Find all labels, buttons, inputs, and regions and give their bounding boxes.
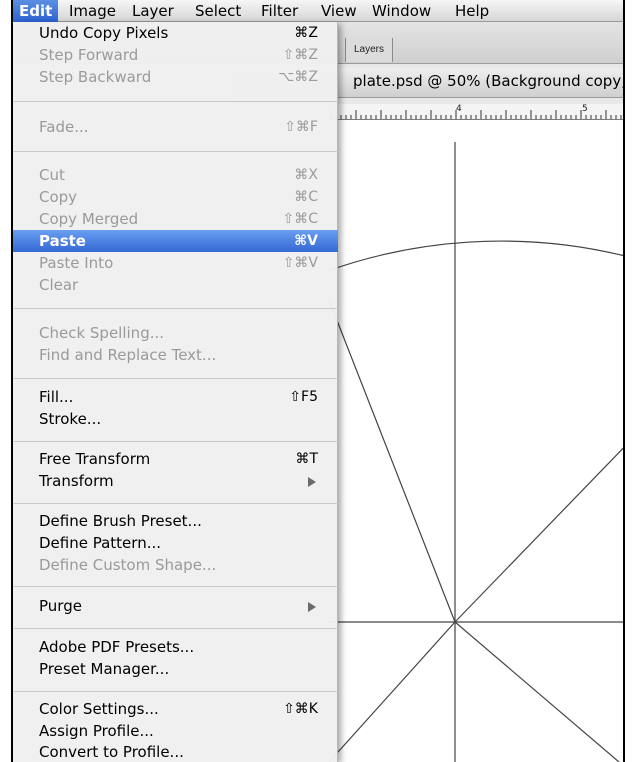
menu-layer[interactable]: Layer xyxy=(126,0,180,22)
menu-item-clear[interactable]: Clear xyxy=(13,274,338,296)
menu-item-label: Step Forward xyxy=(39,46,139,64)
menu-separator xyxy=(13,151,338,152)
menu-item-shortcut: ⌘V xyxy=(294,233,318,249)
menu-item-label: Fill... xyxy=(39,388,74,406)
menu-item-step-forward[interactable]: Step Forward ⇧⌘Z xyxy=(13,44,338,66)
menu-item-shortcut: ⇧⌘V xyxy=(282,255,318,271)
menu-separator xyxy=(13,586,338,587)
menu-separator xyxy=(13,101,338,102)
menu-window[interactable]: Window xyxy=(366,0,437,22)
menu-item-copy[interactable]: Copy ⌘C xyxy=(13,186,338,208)
menu-item-shortcut: ⌘T xyxy=(295,451,318,467)
menu-item-fade[interactable]: Fade... ⇧⌘F xyxy=(13,116,338,138)
menu-item-shortcut: ⌘Z xyxy=(294,25,318,41)
screen: Layers plate.psd @ 50% (Background copy,… xyxy=(0,0,633,762)
menu-edit[interactable]: Edit xyxy=(13,0,59,22)
menu-separator xyxy=(13,378,338,379)
menu-item-shortcut: ⇧⌘K xyxy=(283,701,318,717)
menu-item-shortcut: ⌘X xyxy=(294,167,318,183)
menu-item-label: Define Brush Preset... xyxy=(39,512,202,530)
menu-item-label: Fade... xyxy=(39,118,89,136)
diagonal-line-down-right xyxy=(454,621,620,762)
menu-item-shortcut: ⌘C xyxy=(294,189,318,205)
menu-item-label: Stroke... xyxy=(39,410,102,428)
menu-bar: Edit Image Layer Select Filter View Wind… xyxy=(13,0,623,22)
menu-separator xyxy=(13,503,338,504)
document-title: plate.psd @ 50% (Background copy, R xyxy=(353,72,625,90)
menu-item-shortcut: ⌥⌘Z xyxy=(278,69,318,85)
diagonal-line-up xyxy=(329,299,456,623)
menu-image[interactable]: Image xyxy=(63,0,122,22)
circle-outline xyxy=(329,240,623,272)
menu-item-stroke[interactable]: Stroke... xyxy=(13,408,338,430)
menu-item-shortcut: ⇧⌘C xyxy=(282,211,318,227)
menu-separator xyxy=(13,691,338,692)
layers-palette-tab[interactable]: Layers xyxy=(345,38,394,62)
menu-item-shortcut: ⇧F5 xyxy=(289,389,318,405)
menu-item-assign-profile[interactable]: Assign Profile... xyxy=(13,720,338,742)
menu-item-preset-manager[interactable]: Preset Manager... xyxy=(13,658,338,680)
menu-item-label: Preset Manager... xyxy=(39,660,170,678)
menu-item-label: Convert to Profile... xyxy=(39,743,184,761)
menu-item-define-pattern[interactable]: Define Pattern... xyxy=(13,532,338,554)
menu-item-label: Step Backward xyxy=(39,68,152,86)
menu-item-paste-into[interactable]: Paste Into ⇧⌘V xyxy=(13,252,338,274)
menu-item-find-and-replace-text[interactable]: Find and Replace Text... xyxy=(13,344,338,366)
menu-item-cut[interactable]: Cut ⌘X xyxy=(13,164,338,186)
menu-item-copy-merged[interactable]: Copy Merged ⇧⌘C xyxy=(13,208,338,230)
diagonal-line-right xyxy=(454,447,623,623)
menu-item-undo-copy-pixels[interactable]: Undo Copy Pixels ⌘Z xyxy=(13,22,338,44)
menu-item-label: Assign Profile... xyxy=(39,722,154,740)
menu-filter[interactable]: Filter xyxy=(255,0,304,22)
menu-item-label: Clear xyxy=(39,276,79,294)
menu-item-label: Find and Replace Text... xyxy=(39,346,217,364)
menu-item-label: Color Settings... xyxy=(39,700,159,718)
menu-item-label: Copy Merged xyxy=(39,210,139,228)
menu-item-label: Free Transform xyxy=(39,450,151,468)
menu-item-label: Check Spelling... xyxy=(39,324,165,342)
ruler-ticks xyxy=(330,110,622,119)
horizontal-ruler: 4 5 xyxy=(329,104,623,120)
menu-item-step-backward[interactable]: Step Backward ⌥⌘Z xyxy=(13,66,338,88)
menu-item-paste[interactable]: Paste ⌘V xyxy=(13,230,338,252)
menu-item-label: Copy xyxy=(39,188,78,206)
menu-item-free-transform[interactable]: Free Transform ⌘T xyxy=(13,448,338,470)
menu-item-label: Paste Into xyxy=(39,254,114,272)
menu-item-transform[interactable]: Transform xyxy=(13,470,338,492)
menu-item-label: Undo Copy Pixels xyxy=(39,24,169,42)
menu-separator xyxy=(13,308,338,309)
document-canvas[interactable] xyxy=(329,120,623,762)
menu-select[interactable]: Select xyxy=(189,0,247,22)
submenu-arrow-icon xyxy=(308,477,316,487)
menu-item-label: Transform xyxy=(39,472,114,490)
menu-separator xyxy=(13,441,338,442)
canvas-artwork xyxy=(329,142,623,762)
menu-item-adobe-pdf-presets[interactable]: Adobe PDF Presets... xyxy=(13,636,338,658)
menu-item-label: Purge xyxy=(39,597,82,615)
menu-help[interactable]: Help xyxy=(449,0,495,22)
menu-item-label: Define Pattern... xyxy=(39,534,161,552)
menu-item-purge[interactable]: Purge xyxy=(13,595,338,617)
menu-item-shortcut: ⇧⌘Z xyxy=(282,47,318,63)
menu-item-label: Cut xyxy=(39,166,65,184)
menu-item-label: Paste xyxy=(39,232,86,250)
menu-item-check-spelling[interactable]: Check Spelling... xyxy=(13,322,338,344)
menu-item-label: Define Custom Shape... xyxy=(39,556,217,574)
ruler-mark-4: 4 xyxy=(456,104,462,114)
submenu-arrow-icon xyxy=(308,602,316,612)
menu-view[interactable]: View xyxy=(315,0,363,22)
menu-item-fill[interactable]: Fill... ⇧F5 xyxy=(13,386,338,408)
menu-item-shortcut: ⇧⌘F xyxy=(284,119,318,135)
menu-separator xyxy=(13,628,338,629)
menu-item-define-custom-shape[interactable]: Define Custom Shape... xyxy=(13,554,338,576)
photoshop-window: Layers plate.psd @ 50% (Background copy,… xyxy=(11,0,625,762)
menu-item-color-settings[interactable]: Color Settings... ⇧⌘K xyxy=(13,698,338,720)
menu-item-convert-to-profile[interactable]: Convert to Profile... xyxy=(13,741,338,762)
menu-item-label: Adobe PDF Presets... xyxy=(39,638,195,656)
ruler-mark-5: 5 xyxy=(582,104,588,114)
edit-menu-dropdown: Undo Copy Pixels ⌘Z Step Forward ⇧⌘Z Ste… xyxy=(13,22,338,762)
diagonal-line-down-left xyxy=(329,621,456,762)
menu-item-define-brush-preset[interactable]: Define Brush Preset... xyxy=(13,510,338,532)
